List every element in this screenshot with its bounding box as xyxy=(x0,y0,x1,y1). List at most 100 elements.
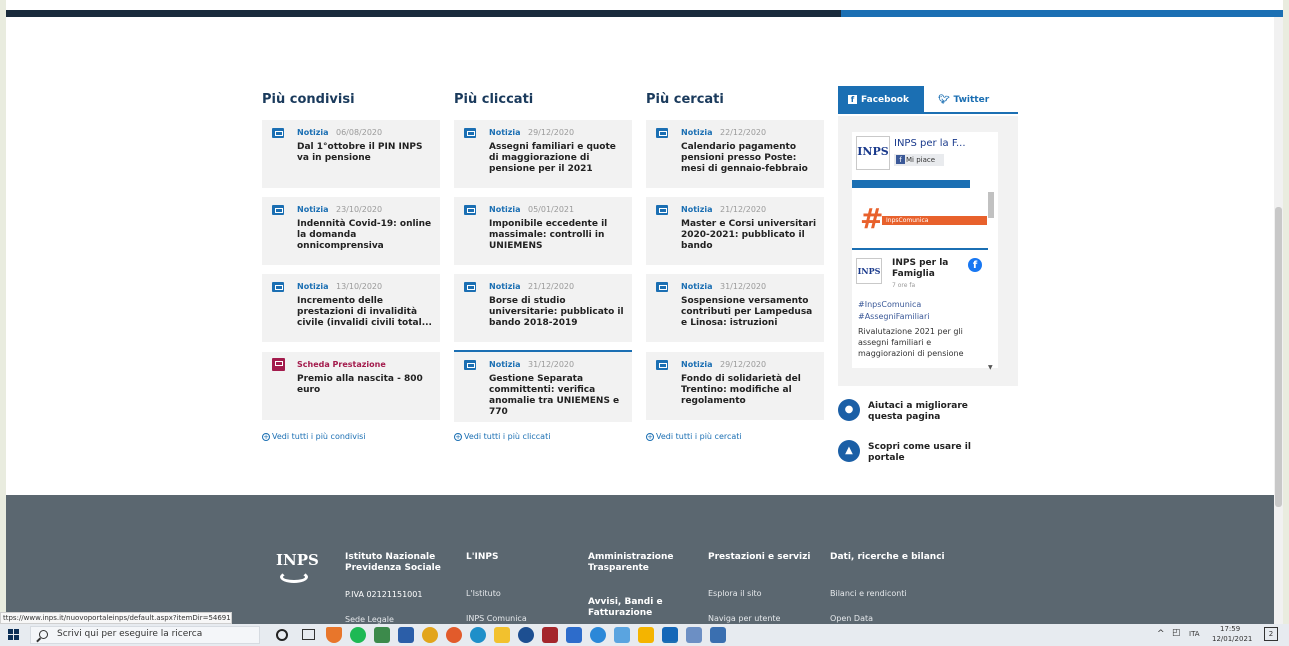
cortana-icon[interactable] xyxy=(276,629,288,641)
footer-link-bilanci[interactable]: Bilanci e rendiconti xyxy=(830,589,907,598)
card-title[interactable]: Borse di studio universitarie: pubblicat… xyxy=(489,296,627,329)
card-category: Scheda Prestazione xyxy=(297,360,386,369)
network-icon[interactable]: ◰ xyxy=(1172,628,1181,638)
footer-link-opendata[interactable]: Open Data xyxy=(830,614,873,623)
help-improve-link[interactable]: ● Aiutaci a migliorare questa pagina xyxy=(838,399,1018,429)
news-icon xyxy=(464,282,476,292)
app-icon[interactable] xyxy=(710,627,726,643)
card-date: 05/01/2021 xyxy=(528,205,575,214)
card-title[interactable]: Imponibile eccedente il massimale: contr… xyxy=(489,219,627,252)
see-all-cercati-link[interactable]: + Vedi tutti i più cercati xyxy=(646,432,742,441)
news-card[interactable]: Notizia 06/08/2020 Dal 1°ottobre il PIN … xyxy=(262,120,440,188)
file-explorer-icon[interactable] xyxy=(494,627,510,643)
card-title[interactable]: Calendario pagamento pensioni presso Pos… xyxy=(681,142,819,175)
footer-col-amministrazione[interactable]: Amministrazione Trasparente xyxy=(588,552,698,574)
card-title[interactable]: Indennità Covid-19: online la domanda on… xyxy=(297,219,435,252)
scroll-thumb[interactable] xyxy=(988,192,994,218)
card-date: 21/12/2020 xyxy=(720,205,767,214)
discover-portal-link[interactable]: ▲ Scopri come usare il portale xyxy=(838,440,1018,470)
card-title[interactable]: Gestione Separata committenti: verifica … xyxy=(489,374,627,418)
vlc-icon[interactable] xyxy=(326,627,342,643)
spreadsheet-icon[interactable] xyxy=(374,627,390,643)
card-title[interactable]: Sospensione versamento contributi per La… xyxy=(681,296,819,329)
news-card[interactable]: Notizia 22/12/2020 Calendario pagamento … xyxy=(646,120,824,188)
app-icon[interactable] xyxy=(686,627,702,643)
card-title[interactable]: Assegni familiari e quote di maggiorazio… xyxy=(489,142,627,175)
card-date: 06/08/2020 xyxy=(336,128,383,137)
see-all-label: Vedi tutti i più cliccati xyxy=(464,432,551,441)
mail-icon[interactable] xyxy=(398,627,414,643)
card-title[interactable]: Incremento delle prestazioni di invalidi… xyxy=(297,296,435,329)
fb-post-body: Rivalutazione 2021 per gli assegni famil… xyxy=(858,327,964,358)
fb-feed-scrollbar[interactable]: ▼ xyxy=(988,132,994,371)
fb-hashtag-link[interactable]: #AssegniFamiliari xyxy=(858,312,929,321)
card-title[interactable]: Master e Corsi universitari 2020-2021: p… xyxy=(681,219,819,252)
status-bar-url: ttps://www.inps.it/nuovoportaleinps/defa… xyxy=(0,612,232,624)
app-icon[interactable] xyxy=(518,627,534,643)
task-view-icon[interactable] xyxy=(302,629,315,640)
news-card[interactable]: Notizia 29/12/2020 Fondo di solidarietà … xyxy=(646,352,824,420)
see-all-cliccati-link[interactable]: + Vedi tutti i più cliccati xyxy=(454,432,550,441)
scroll-thumb[interactable] xyxy=(1275,207,1282,507)
news-card[interactable]: Notizia 13/10/2020 Incremento delle pres… xyxy=(262,274,440,342)
plus-circle-icon: + xyxy=(646,433,654,441)
news-card-hovered[interactable]: Notizia 31/12/2020 Gestione Separata com… xyxy=(454,350,632,422)
fb-post-time: 7 ore fa xyxy=(892,282,916,289)
news-icon xyxy=(272,282,284,292)
see-all-condivisi-link[interactable]: + Vedi tutti i più condivisi xyxy=(262,432,366,441)
fb-page-name[interactable]: INPS per la F... xyxy=(894,138,966,149)
card-date: 29/12/2020 xyxy=(528,128,575,137)
fb-like-button[interactable]: Mi piace xyxy=(894,154,944,166)
chrome-icon[interactable] xyxy=(422,627,438,643)
fb-post-author[interactable]: INPS per la Famiglia xyxy=(892,258,962,280)
twitter-icon: 🐦︎ xyxy=(938,95,950,105)
firefox-icon[interactable] xyxy=(446,627,462,643)
page-scrollbar[interactable] xyxy=(1274,17,1283,632)
notification-icon[interactable]: 2 xyxy=(1264,627,1278,641)
taskbar-search[interactable]: Scrivi qui per eseguire la ricerca xyxy=(30,626,260,644)
clock-time[interactable]: 17:59 xyxy=(1220,625,1240,633)
footer-col-avvisi[interactable]: Avvisi, Bandi e Fatturazione xyxy=(588,597,678,619)
skype-icon[interactable] xyxy=(590,627,606,643)
news-card[interactable]: Notizia 21/12/2020 Borse di studio unive… xyxy=(454,274,632,342)
card-title[interactable]: Dal 1°ottobre il PIN INPS va in pensione xyxy=(297,142,435,164)
windows-start-button[interactable] xyxy=(8,629,20,641)
clock-date[interactable]: 12/01/2021 xyxy=(1212,635,1252,643)
news-card[interactable]: Notizia 31/12/2020 Sospensione versament… xyxy=(646,274,824,342)
facebook-icon: f xyxy=(848,95,857,104)
photos-icon[interactable] xyxy=(614,627,630,643)
footer-link-naviga[interactable]: Naviga per utente xyxy=(708,614,780,623)
footer-piva: P.IVA 02121151001 xyxy=(345,590,423,599)
language-indicator[interactable]: ITA xyxy=(1189,630,1200,638)
chat-bubble-icon: ● xyxy=(838,399,860,421)
footer-legal-link[interactable]: Sede Legale xyxy=(345,615,394,624)
card-title[interactable]: Fondo di solidarietà del Trentino: modif… xyxy=(681,374,819,407)
facebook-feed[interactable]: INPS INPS per la F... Mi piace # InpsCom… xyxy=(852,132,998,368)
tab-facebook[interactable]: f Facebook xyxy=(838,86,924,114)
card-title[interactable]: Premio alla nascita - 800 euro xyxy=(297,374,435,396)
footer-link-comunica[interactable]: INPS Comunica xyxy=(466,614,527,623)
spotify-icon[interactable] xyxy=(350,627,366,643)
card-category: Notizia xyxy=(489,128,521,137)
card-date: 22/12/2020 xyxy=(720,128,767,137)
active-app-icon[interactable] xyxy=(662,627,678,643)
news-card[interactable]: Notizia 21/12/2020 Master e Corsi univer… xyxy=(646,197,824,265)
scroll-down-arrow-icon[interactable]: ▼ xyxy=(988,364,993,371)
see-all-label: Vedi tutti i più cercati xyxy=(656,432,742,441)
tray-chevron-icon[interactable]: ^ xyxy=(1157,629,1165,639)
footer-link-istituto[interactable]: L'Istituto xyxy=(466,589,501,598)
fb-like-label: Mi piace xyxy=(906,156,936,164)
tab-twitter[interactable]: 🐦︎ Twitter xyxy=(924,86,1018,114)
footer-link-esplora[interactable]: Esplora il sito xyxy=(708,589,762,598)
fb-hashtag-link[interactable]: #InpsComunica xyxy=(858,300,921,309)
news-card[interactable]: Notizia 05/01/2021 Imponibile eccedente … xyxy=(454,197,632,265)
footer-col-dati: Dati, ricerche e bilanci xyxy=(830,552,945,562)
scheda-card[interactable]: Scheda Prestazione Premio alla nascita -… xyxy=(262,352,440,420)
zoom-icon[interactable] xyxy=(566,627,582,643)
news-card[interactable]: Notizia 23/10/2020 Indennità Covid-19: o… xyxy=(262,197,440,265)
news-card[interactable]: Notizia 29/12/2020 Assegni familiari e q… xyxy=(454,120,632,188)
edge-icon[interactable] xyxy=(470,627,486,643)
app-icon[interactable] xyxy=(638,627,654,643)
powerpoint-icon[interactable] xyxy=(542,627,558,643)
column-title: Più cliccati xyxy=(454,92,534,107)
